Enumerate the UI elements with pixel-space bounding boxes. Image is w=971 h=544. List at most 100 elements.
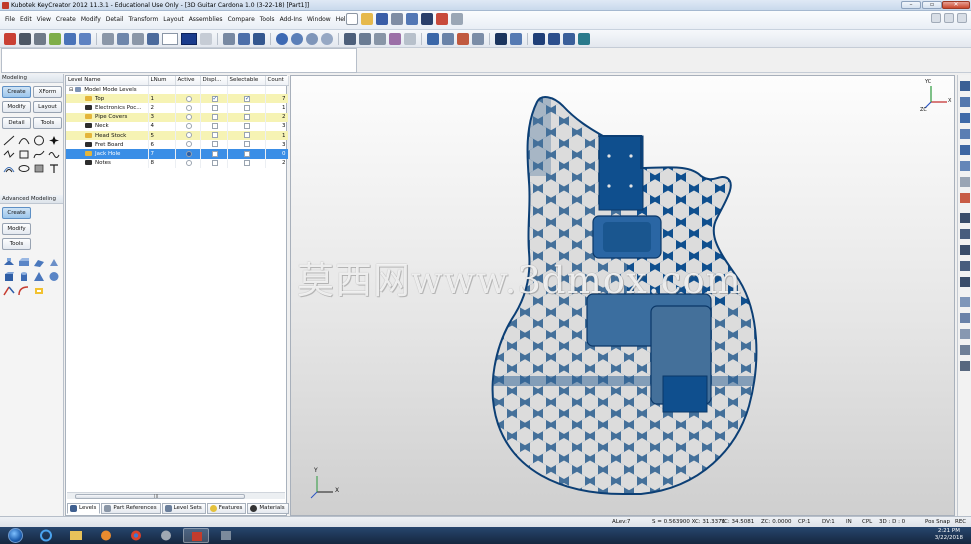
- offset-curve-icon[interactable]: [3, 163, 15, 174]
- level-selectable-checkbox[interactable]: [244, 104, 250, 111]
- prompt-area[interactable]: [1, 48, 357, 73]
- level-selectable-checkbox[interactable]: [244, 113, 250, 120]
- level-active-radio[interactable]: [185, 123, 192, 130]
- taskbar-app-icon[interactable]: [213, 528, 239, 543]
- axis-flip-icon[interactable]: [960, 277, 970, 287]
- advanced-tab-create[interactable]: Create: [2, 207, 31, 219]
- shield-edit-icon[interactable]: [563, 33, 575, 45]
- status-pos-snap[interactable]: Pos Snap: [925, 519, 950, 525]
- tab-part-references[interactable]: Part References: [101, 503, 161, 514]
- level-active-radio[interactable]: [185, 104, 192, 111]
- menu-window[interactable]: Window: [307, 16, 331, 23]
- level-row[interactable]: Jack Hole 7 0: [66, 149, 289, 159]
- axis-z-icon[interactable]: [960, 245, 970, 255]
- cone-icon[interactable]: [33, 271, 45, 282]
- boolean-icon[interactable]: [3, 285, 15, 296]
- menu-create[interactable]: Create: [56, 16, 76, 23]
- circle-icon[interactable]: [33, 135, 45, 146]
- status-mode[interactable]: 3D : D : 0: [879, 519, 905, 525]
- level-display-checkbox[interactable]: [211, 95, 218, 102]
- status-rec[interactable]: REC: [955, 519, 966, 525]
- menu-file[interactable]: File: [5, 16, 15, 23]
- cylinder-icon[interactable]: [18, 271, 30, 282]
- menu-compare[interactable]: Compare: [228, 16, 255, 23]
- tab-modify[interactable]: Modify: [2, 101, 31, 113]
- shade-icon[interactable]: [427, 33, 439, 45]
- ellipse-icon[interactable]: [18, 163, 30, 174]
- view-front-icon[interactable]: [117, 33, 129, 45]
- level-root-row[interactable]: ⊟ Model Mode Levels: [66, 85, 289, 95]
- minimize-button[interactable]: –: [901, 1, 921, 9]
- undo-icon[interactable]: [421, 13, 433, 25]
- shell-icon[interactable]: [33, 285, 45, 296]
- level-row[interactable]: Head Stock 5 1: [66, 130, 289, 141]
- menu-layout[interactable]: Layout: [163, 16, 183, 23]
- menu-view[interactable]: View: [37, 16, 51, 23]
- zoom-out-icon[interactable]: [960, 313, 970, 323]
- shield-icon[interactable]: [533, 33, 545, 45]
- revolve-icon[interactable]: [18, 257, 30, 268]
- rotate-view-icon[interactable]: [276, 33, 288, 45]
- pan-icon[interactable]: [960, 361, 970, 371]
- axis-rotate-icon[interactable]: [960, 261, 970, 271]
- scroll-thumb[interactable]: III: [75, 494, 245, 500]
- tools-icon[interactable]: [510, 33, 522, 45]
- level-row[interactable]: Fret Board 6 3: [66, 140, 289, 150]
- media-player-icon[interactable]: [93, 528, 119, 543]
- level-display-checkbox[interactable]: [211, 104, 218, 111]
- view-top-icon[interactable]: [102, 33, 114, 45]
- menu-tools[interactable]: Tools: [260, 16, 275, 23]
- save-icon[interactable]: [376, 13, 388, 25]
- view-left-icon[interactable]: [960, 129, 970, 139]
- level-display-checkbox[interactable]: [211, 132, 218, 139]
- copy-icon[interactable]: [406, 13, 418, 25]
- level-active-radio[interactable]: [185, 150, 192, 157]
- maximize-button[interactable]: ▫: [922, 1, 942, 9]
- level-selectable-checkbox[interactable]: [244, 150, 250, 157]
- fit-view-icon[interactable]: [321, 33, 333, 45]
- axis-y-icon[interactable]: [960, 229, 970, 239]
- col-lnum[interactable]: LNum: [148, 76, 176, 86]
- section-icon[interactable]: [457, 33, 469, 45]
- analyze-icon[interactable]: [79, 33, 91, 45]
- view-cube-icon[interactable]: [960, 81, 970, 91]
- tab-features[interactable]: Features: [206, 503, 247, 514]
- col-display[interactable]: Displ...: [200, 76, 228, 86]
- status-dv[interactable]: DV:1: [822, 519, 835, 525]
- view-iso-icon[interactable]: [960, 177, 970, 187]
- triangle-icon[interactable]: [19, 33, 31, 45]
- explorer-icon[interactable]: [63, 528, 89, 543]
- level-selectable-checkbox[interactable]: [244, 159, 250, 166]
- tab-levels[interactable]: Levels: [67, 503, 101, 514]
- level-active-radio[interactable]: [185, 141, 192, 148]
- hide-icon[interactable]: [404, 33, 416, 45]
- spline-icon[interactable]: [33, 149, 45, 160]
- level-display-checkbox[interactable]: [211, 141, 218, 148]
- render-icon[interactable]: [389, 33, 401, 45]
- snap-icon[interactable]: [238, 33, 250, 45]
- print-icon[interactable]: [391, 13, 403, 25]
- level-display-checkbox[interactable]: [211, 123, 218, 130]
- dimension-icon[interactable]: [34, 33, 46, 45]
- color-swatch[interactable]: [162, 33, 178, 45]
- solid-icon[interactable]: [495, 33, 507, 45]
- section-view-icon[interactable]: [960, 193, 970, 203]
- view-back-icon[interactable]: [960, 113, 970, 123]
- sweep-icon[interactable]: [33, 257, 45, 268]
- level-active-radio[interactable]: [185, 113, 192, 120]
- tab-materials[interactable]: Materials: [247, 503, 289, 514]
- doc-minimize-icon[interactable]: [931, 13, 941, 23]
- menu-assemblies[interactable]: Assemblies: [189, 16, 223, 23]
- zoom-window-icon[interactable]: [960, 345, 970, 355]
- menu-detail[interactable]: Detail: [106, 16, 124, 23]
- level-row[interactable]: Top 1 7: [66, 94, 289, 104]
- extrude-icon[interactable]: [3, 257, 15, 268]
- menu-transform[interactable]: Transform: [128, 16, 158, 23]
- box-icon[interactable]: [3, 271, 15, 282]
- collapse-icon[interactable]: ⊟: [69, 87, 73, 93]
- level-active-radio[interactable]: [185, 159, 192, 166]
- view-right-icon[interactable]: [960, 145, 970, 155]
- line-icon[interactable]: [3, 135, 15, 146]
- layer-icon[interactable]: [200, 33, 212, 45]
- level-row[interactable]: Electronics Poc... 2 1: [66, 103, 289, 113]
